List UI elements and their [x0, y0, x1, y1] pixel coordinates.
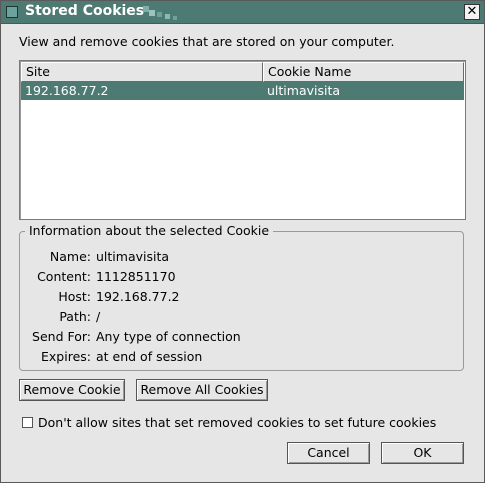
info-label: Send For: [32, 329, 91, 344]
cookie-info-legend: Information about the selected Cookie [25, 223, 274, 238]
info-value: Any type of connection [96, 329, 241, 344]
info-value: 1112851170 [96, 269, 176, 284]
cookie-list[interactable]: Site Cookie Name 192.168.77.2 ultimavisi… [19, 60, 466, 220]
cookie-row-name: ultimavisita [267, 83, 341, 98]
cookie-list-header: Site Cookie Name [21, 62, 464, 82]
remove-all-cookies-button[interactable]: Remove All Cookies [136, 379, 268, 401]
title-decoration-icon [143, 6, 177, 20]
info-value: / [96, 309, 101, 324]
info-label: Expires: [41, 349, 91, 364]
cookie-row-site: 192.168.77.2 [25, 83, 109, 98]
cookie-row[interactable]: 192.168.77.2 ultimavisita [21, 82, 464, 100]
intro-text: View and remove cookies that are stored … [19, 34, 395, 49]
info-label: Host: [58, 289, 91, 304]
cancel-button[interactable]: Cancel [287, 442, 370, 464]
info-label: Name: [49, 249, 91, 264]
remove-cookie-button[interactable]: Remove Cookie [19, 379, 125, 401]
column-header-cookie-name[interactable]: Cookie Name [263, 62, 464, 82]
ok-button[interactable]: OK [381, 442, 464, 464]
stored-cookies-dialog: Stored Cookies ✕ View and remove cookies… [0, 0, 485, 483]
info-label: Path: [59, 309, 91, 324]
close-icon: ✕ [466, 4, 478, 19]
close-button[interactable]: ✕ [464, 4, 480, 20]
info-value: 192.168.77.2 [96, 289, 180, 304]
block-removed-cookies-checkbox[interactable] [22, 417, 33, 428]
window-menu-icon[interactable] [6, 6, 18, 18]
block-removed-cookies-label[interactable]: Don't allow sites that set removed cooki… [38, 415, 436, 430]
info-value: ultimavisita [96, 249, 170, 264]
column-header-site[interactable]: Site [21, 62, 263, 82]
window-title: Stored Cookies [25, 3, 145, 19]
info-value: at end of session [96, 349, 203, 364]
info-label: Content: [37, 269, 91, 284]
title-bar[interactable]: Stored Cookies ✕ [1, 1, 484, 24]
